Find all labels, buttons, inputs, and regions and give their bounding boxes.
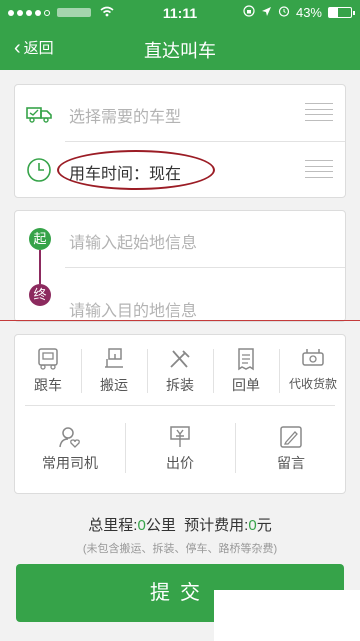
cash-collect-icon: [302, 349, 324, 366]
option-label: 出价: [166, 455, 194, 471]
clock-icon: [27, 158, 51, 182]
menu-lines-icon: [305, 103, 333, 121]
battery-percent: 43%: [295, 5, 322, 20]
cost-label: 预计费用:: [184, 517, 249, 534]
option-follow-car[interactable]: 跟车: [15, 347, 81, 395]
option-carry[interactable]: 搬运: [81, 347, 147, 395]
end-address-row[interactable]: 终 请输入目的地信息: [15, 268, 345, 321]
menu-lines-icon: [305, 160, 333, 178]
options-card: 跟车 搬运 拆装 回单 代收货款 常用司机 出价 留言: [14, 334, 346, 494]
option-favorite-driver[interactable]: 常用司机: [15, 425, 125, 473]
truck-icon: [26, 107, 52, 123]
time-text: 用车时间：现在: [69, 166, 182, 183]
page-title: 直达叫车: [144, 41, 216, 61]
cost-summary: 总里程:0公里 预计费用:0元: [0, 514, 360, 535]
vehicle-time-card: 选择需要的车型 用车时间：现在: [14, 84, 346, 198]
start-address-row[interactable]: 起 请输入起始地信息: [15, 211, 345, 267]
fee-note: (未包含搬运、拆装、停车、路桥等杂费): [82, 543, 278, 555]
distance-unit: 公里: [145, 517, 176, 534]
end-marker-icon: 终: [29, 284, 51, 306]
carry-icon: [105, 348, 123, 368]
cost-unit: 元: [256, 517, 272, 534]
option-label: 跟车: [34, 377, 62, 393]
receipt-icon: [238, 348, 254, 371]
annotation-line: [0, 320, 360, 321]
watermark-cover: [214, 590, 360, 641]
start-marker-icon: 起: [29, 228, 51, 250]
distance-label: 总里程:: [88, 517, 138, 534]
bid-icon: [170, 426, 190, 447]
start-placeholder: 请输入起始地信息: [69, 235, 198, 252]
status-bar: 11:11 43%: [0, 0, 360, 26]
battery-icon: [328, 7, 355, 18]
option-label: 拆装: [166, 377, 194, 393]
option-receipt[interactable]: 回单: [213, 347, 279, 395]
option-label: 回单: [232, 377, 260, 393]
option-cash-collect[interactable]: 代收货款: [279, 347, 347, 392]
nav-bar: ‹ 返回 直达叫车: [0, 26, 360, 70]
option-label: 常用司机: [42, 455, 98, 471]
location-arrow-icon: [261, 5, 272, 20]
lock-rotation-icon: [243, 5, 255, 20]
alarm-icon: [278, 5, 290, 20]
end-placeholder: 请输入目的地信息: [69, 303, 198, 320]
option-label: 留言: [277, 455, 305, 471]
tools-icon: [170, 350, 190, 368]
favorite-driver-icon: [59, 427, 80, 448]
option-bid[interactable]: 出价: [125, 425, 235, 473]
option-label: 搬运: [100, 377, 128, 393]
route-card: 起 请输入起始地信息 终 请输入目的地信息: [14, 210, 346, 322]
distance-value: 0: [137, 517, 146, 534]
cost-value: 0: [248, 517, 257, 534]
time-row[interactable]: 用车时间：现在: [15, 142, 347, 198]
note-edit-icon: [280, 426, 302, 448]
option-message[interactable]: 留言: [235, 425, 347, 473]
option-assembly[interactable]: 拆装: [147, 347, 213, 395]
divider: [25, 405, 335, 406]
vehicle-type-row[interactable]: 选择需要的车型: [15, 85, 347, 141]
follow-car-icon: [38, 348, 58, 370]
option-label: 代收货款: [288, 377, 337, 391]
vehicle-type-placeholder: 选择需要的车型: [69, 109, 182, 126]
